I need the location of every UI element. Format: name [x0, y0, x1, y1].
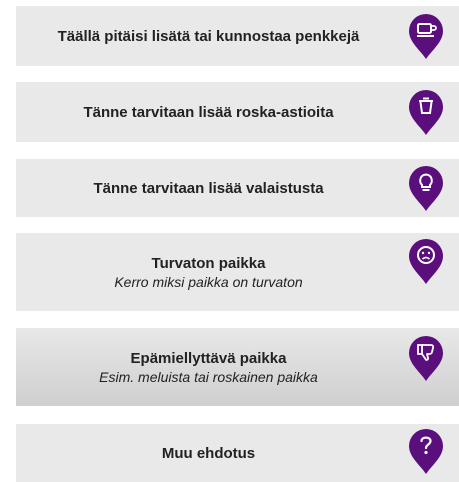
- option-title: Tänne tarvitaan lisää roska-astioita: [83, 103, 334, 121]
- option-label: Tänne tarvitaan lisää roska-astioita: [16, 82, 401, 142]
- option-title: Epämiellyttävä paikka: [130, 349, 287, 367]
- option-other-suggestion[interactable]: Muu ehdotus: [16, 424, 459, 482]
- question-mark-icon: [409, 429, 443, 474]
- lightbulb-icon: [409, 166, 443, 211]
- option-unpleasant-place[interactable]: Epämiellyttävä paikka Esim. meluista tai…: [16, 328, 459, 406]
- option-subtitle: Esim. meluista tai roskainen paikka: [99, 368, 318, 385]
- option-lighting[interactable]: Tänne tarvitaan lisää valaistusta: [16, 159, 459, 217]
- option-title: Turvaton paikka: [151, 254, 266, 272]
- thumbs-down-icon: [409, 336, 443, 381]
- option-label: Tänne tarvitaan lisää valaistusta: [16, 159, 401, 217]
- option-title: Tänne tarvitaan lisää valaistusta: [93, 179, 324, 197]
- option-subtitle: Kerro miksi paikka on turvaton: [114, 273, 303, 290]
- option-unsafe-place[interactable]: Turvaton paikka Kerro miksi paikka on tu…: [16, 233, 459, 311]
- option-label: Täällä pitäisi lisätä tai kunnostaa penk…: [16, 6, 401, 66]
- option-trash-bins[interactable]: Tänne tarvitaan lisää roska-astioita: [16, 82, 459, 142]
- option-title: Täällä pitäisi lisätä tai kunnostaa penk…: [57, 27, 360, 45]
- bench-icon: [409, 14, 443, 59]
- option-title: Muu ehdotus: [161, 444, 256, 462]
- option-label: Muu ehdotus: [16, 424, 401, 482]
- trash-bin-icon: [409, 90, 443, 135]
- sad-face-icon: [409, 239, 443, 284]
- option-label: Epämiellyttävä paikka Esim. meluista tai…: [16, 328, 401, 406]
- option-label: Turvaton paikka Kerro miksi paikka on tu…: [16, 233, 401, 311]
- option-benches[interactable]: Täällä pitäisi lisätä tai kunnostaa penk…: [16, 6, 459, 66]
